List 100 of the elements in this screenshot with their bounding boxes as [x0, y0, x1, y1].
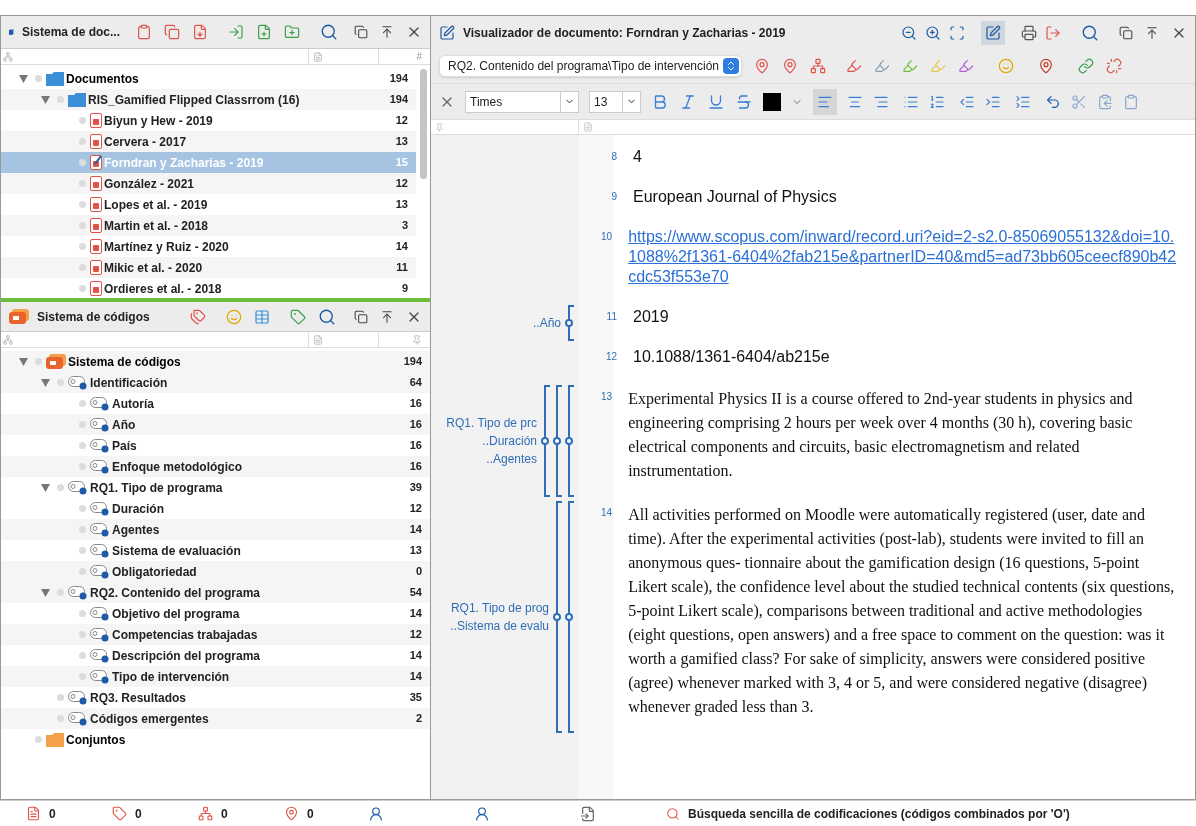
search-mode-label: Búsqueda sencilla de codificaciones (códigos combinados por 'O') — [688, 805, 1070, 823]
search-icon[interactable] — [317, 307, 336, 326]
count-label: 15 — [395, 155, 408, 171]
coding-bracket[interactable] — [565, 305, 575, 341]
cut-icon[interactable] — [1071, 93, 1087, 110]
code-dropdown[interactable]: RQ2. Contenido del programa\Tipo de intervención — [439, 55, 743, 77]
text-color-swatch[interactable] — [763, 92, 781, 111]
tree-row[interactable]: Agentes 14 — [1, 519, 430, 540]
coding-label[interactable]: ..Duración — [482, 432, 537, 450]
copy-icon[interactable] — [1097, 93, 1113, 110]
edit-document-icon[interactable] — [439, 24, 455, 41]
unlink-icon[interactable] — [1106, 58, 1123, 74]
pin-icon[interactable] — [1145, 25, 1159, 40]
code-system-icon — [46, 354, 66, 369]
search-icon[interactable] — [1081, 23, 1099, 42]
highlighter-icon[interactable] — [902, 58, 919, 74]
disclosure-triangle-icon[interactable] — [40, 588, 50, 597]
document-icon — [90, 155, 102, 170]
edit-mode-icon[interactable] — [985, 24, 1001, 41]
disclosure-triangle-icon[interactable] — [18, 74, 28, 83]
scrollbar[interactable] — [420, 69, 427, 179]
coding-label[interactable]: ..Agentes — [486, 450, 537, 468]
tree-row[interactable]: RIS_Gamified Flipped Classrrom (16) 194 — [1, 89, 416, 110]
document-filter-icon[interactable] — [192, 24, 208, 40]
new-document-icon[interactable] — [256, 24, 272, 40]
tags-icon[interactable] — [189, 308, 206, 325]
undo-icon[interactable] — [1045, 93, 1061, 110]
font-select[interactable]: Times — [465, 90, 579, 113]
emoticon-icon[interactable] — [225, 308, 242, 325]
coding-bracket[interactable] — [553, 385, 563, 497]
folder-icon — [46, 732, 64, 747]
hierarchy-icon[interactable] — [3, 51, 13, 62]
document-icon — [90, 197, 102, 212]
document-icon — [90, 176, 102, 191]
tag-icon[interactable] — [112, 806, 127, 821]
zoom-out-icon[interactable] — [901, 24, 917, 41]
tree-row[interactable]: Martin et al. - 2018 3 — [1, 215, 416, 236]
disclosure-triangle-icon[interactable] — [40, 378, 50, 387]
coding-bracket[interactable] — [553, 501, 563, 733]
paste-icon[interactable] — [1123, 93, 1139, 110]
coding-bracket[interactable] — [565, 385, 575, 497]
highlighter-icon[interactable] — [874, 58, 891, 74]
disclosure-triangle-icon[interactable] — [40, 95, 50, 104]
pin-icon[interactable] — [380, 309, 394, 324]
link-icon[interactable] — [1078, 58, 1095, 74]
restore-icon[interactable] — [354, 25, 368, 39]
export-icon[interactable] — [1045, 24, 1061, 41]
document-icon[interactable] — [26, 806, 41, 821]
coding-label[interactable]: ..Sistema de evalu — [450, 617, 549, 635]
line-spacing-icon[interactable] — [1015, 93, 1031, 110]
underline-icon[interactable] — [707, 92, 725, 111]
restore-icon[interactable] — [1119, 25, 1133, 40]
new-folder-icon[interactable] — [284, 24, 300, 40]
printer-icon[interactable] — [1021, 24, 1037, 41]
zoom-in-icon[interactable] — [925, 24, 941, 41]
coding-search-icon[interactable] — [666, 806, 680, 821]
tree-row[interactable]: González - 2021 12 — [1, 173, 416, 194]
coding-label[interactable]: ..Año — [532, 314, 561, 332]
code-icon — [90, 396, 110, 411]
italic-icon[interactable] — [679, 92, 697, 111]
tree-row[interactable]: Identificación 64 — [1, 372, 430, 393]
tree-row[interactable]: Enfoque metodológico 16 — [1, 456, 430, 477]
tree-label: Martínez y Ruiz - 2020 — [104, 238, 229, 256]
tree-row[interactable]: RQ2. Contenido del programa 54 — [1, 582, 430, 603]
clipboard-icon[interactable] — [136, 24, 152, 40]
highlighter-icon[interactable] — [958, 58, 975, 74]
coding-bracket[interactable] — [541, 385, 551, 497]
coding-label[interactable]: RQ1. Tipo de prc — [446, 414, 537, 432]
copy-icon[interactable] — [164, 24, 180, 40]
link[interactable]: https://www.scopus.com/inward/record.uri?eid=2-s2.0-85069055132&doi=10.1088%2f1361-6404%2fab215e&partnerID=40&md5=ad73bb605ceecf890b42cdc53f553e70 — [628, 227, 1177, 287]
tree-row[interactable]: Mikic et al. - 2020 11 — [1, 257, 416, 278]
paragraph-text: 10.1088/1361-6404/ab215e — [633, 347, 830, 367]
tree-row[interactable]: Obligatoriedad 0 — [1, 561, 430, 582]
restore-icon[interactable] — [354, 309, 368, 324]
coding-label[interactable]: RQ1. Tipo de prog — [450, 599, 549, 617]
coding-bracket[interactable] — [565, 501, 575, 733]
tree-row[interactable]: Cervera - 2017 13 — [1, 131, 416, 152]
search-icon[interactable] — [320, 23, 338, 41]
import-icon[interactable] — [228, 24, 244, 40]
code-icon — [68, 690, 88, 705]
tree-row[interactable]: Sistema de códigos 194 — [1, 351, 430, 372]
numbered-list-icon[interactable] — [929, 93, 945, 110]
new-code-icon[interactable] — [289, 308, 306, 325]
count-label: 12 — [409, 627, 422, 643]
pin-icon[interactable] — [380, 25, 394, 39]
disclosure-triangle-icon[interactable] — [18, 357, 28, 366]
disclosure-triangle-icon[interactable] — [40, 483, 50, 492]
tree-row[interactable]: Códigos emergentes 2 — [1, 708, 430, 729]
tree-label: RIS_Gamified Flipped Classrrom (16) — [88, 91, 300, 109]
tree-row[interactable]: Tipo de intervención 14 — [1, 666, 430, 687]
emoticon-icon[interactable] — [998, 58, 1015, 74]
table-icon[interactable] — [253, 308, 270, 325]
font-size-select[interactable]: 13 — [589, 90, 641, 113]
hierarchy-icon[interactable] — [3, 334, 13, 345]
tree-row[interactable]: Año 16 — [1, 414, 430, 435]
tree-row[interactable]: Competencias trabajadas 12 — [1, 624, 430, 645]
panel-title: Sistema de códigos — [37, 308, 150, 326]
strikethrough-icon[interactable] — [735, 92, 753, 111]
highlighter-icon[interactable] — [846, 58, 863, 74]
document-icon[interactable] — [580, 805, 596, 822]
